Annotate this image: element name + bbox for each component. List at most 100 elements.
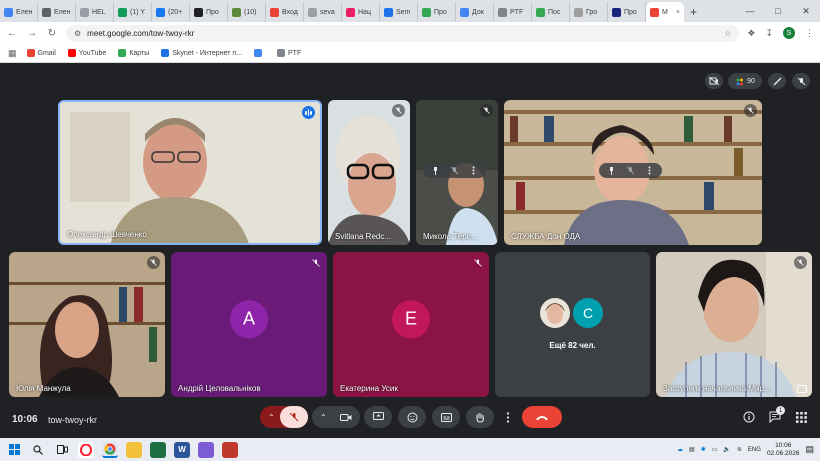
word-icon[interactable]: W	[174, 441, 190, 458]
browser-tab[interactable]: Док	[456, 2, 494, 22]
clock[interactable]: 10:06 02.06.2026	[767, 442, 800, 458]
new-tab-button[interactable]: +	[684, 2, 703, 22]
browser-tab[interactable]: Елен	[0, 2, 38, 22]
browser-tab[interactable]: (1) Y	[114, 2, 152, 22]
viber-icon[interactable]	[198, 441, 214, 458]
downloads-icon[interactable]: ↧	[765, 28, 773, 39]
browser-tab[interactable]: Вход	[266, 2, 304, 22]
volume-icon[interactable]: 🔈	[723, 446, 730, 453]
captions-button[interactable]	[432, 406, 460, 428]
menu-icon[interactable]: ⋮	[805, 28, 814, 39]
tab-label: Елен	[16, 8, 33, 16]
extensions-icon[interactable]: ❖	[747, 28, 755, 39]
picture-in-picture-icon[interactable]	[797, 385, 807, 393]
activities-button[interactable]	[793, 409, 809, 425]
raise-hand-button[interactable]	[466, 406, 494, 428]
search-icon[interactable]	[30, 442, 46, 458]
profile-avatar[interactable]: S	[783, 27, 795, 39]
browser-tab[interactable]: Sem	[380, 2, 418, 22]
notifications-icon[interactable]: ▤	[805, 444, 814, 455]
mute-participant-icon[interactable]	[626, 166, 635, 175]
participant-tile[interactable]: Микола Тере...	[416, 100, 498, 245]
participant-tile[interactable]: А Андрій Целовальніков	[171, 252, 327, 397]
present-button[interactable]	[364, 406, 392, 428]
bookmark-star-icon[interactable]: ☆	[724, 29, 731, 38]
chat-button[interactable]: 1	[767, 406, 785, 425]
network-icon[interactable]: ▤	[689, 446, 695, 453]
task-view-icon[interactable]	[54, 442, 70, 458]
participant-tile[interactable]: Заступник начальника Мир...	[656, 252, 812, 397]
more-options-icon[interactable]	[645, 166, 654, 175]
browser-tab[interactable]: seva	[304, 2, 342, 22]
bookmark-item[interactable]: Skynet - Интернет п...	[161, 49, 242, 57]
maximize-icon[interactable]: □	[764, 6, 792, 16]
battery-icon[interactable]: ▭	[712, 446, 718, 453]
meeting-details-button[interactable]	[741, 409, 757, 425]
camera-toggle-button[interactable]	[332, 406, 360, 428]
apps-grid-icon[interactable]: ▦	[8, 48, 17, 59]
excel-icon[interactable]	[150, 441, 166, 458]
pin-icon[interactable]	[431, 166, 440, 175]
participants-count-pill[interactable]: 90	[728, 73, 762, 89]
reactions-button[interactable]	[398, 406, 426, 428]
tab-favicon-icon	[194, 7, 203, 17]
others-tile[interactable]: C Ещё 82 чел.	[495, 252, 650, 397]
forward-icon[interactable]: →	[26, 28, 38, 39]
close-window-icon[interactable]: ✕	[792, 6, 820, 17]
bookmark-item[interactable]: Карты	[118, 49, 149, 57]
leave-call-button[interactable]	[522, 406, 562, 428]
browser-tab[interactable]: M ×	[646, 2, 684, 22]
browser-tab[interactable]: Про	[418, 2, 456, 22]
hand-icon	[476, 412, 485, 423]
browser-tab[interactable]: (20+	[152, 2, 190, 22]
browser-tab[interactable]: Про	[190, 2, 228, 22]
browser-tab[interactable]: HEL	[76, 2, 114, 22]
camera-options-chevron-icon[interactable]: ⌃	[320, 413, 327, 422]
site-info-icon[interactable]: ⚙	[74, 29, 81, 38]
participant-tile[interactable]: СЛУЖБА Дон ОДА	[504, 100, 762, 245]
pin-icon[interactable]	[607, 166, 616, 175]
back-icon[interactable]: ←	[6, 28, 18, 39]
bookmarks-bar: ▦ Gmail YouTube Карты Skynet - Интернет п..…	[0, 44, 820, 63]
windows-start-icon[interactable]	[6, 442, 22, 458]
browser-tab[interactable]: Про	[608, 2, 646, 22]
bookmark-item[interactable]: PTF	[277, 49, 301, 57]
pen-button[interactable]	[768, 73, 786, 89]
language-indicator[interactable]: ENG	[748, 447, 761, 453]
bookmark-label: Skynet - Интернет п...	[172, 49, 242, 57]
browser-tab[interactable]: Гро	[570, 2, 608, 22]
address-bar[interactable]: ⚙ meet.google.com/tow-twoy-rkr ☆	[66, 24, 740, 42]
participant-tile[interactable]: Е Екатерина Усик	[333, 252, 489, 397]
opera-icon[interactable]	[78, 441, 94, 458]
hide-tiles-button[interactable]	[705, 73, 723, 89]
app-icon[interactable]	[222, 441, 238, 458]
mute-all-button[interactable]	[792, 73, 810, 89]
file-explorer-icon[interactable]	[126, 441, 142, 458]
mute-participant-icon[interactable]	[450, 166, 459, 175]
participant-name: Заступник начальника Мир...	[663, 384, 771, 393]
more-options-button[interactable]	[500, 406, 516, 428]
mic-options-chevron-icon[interactable]: ⌃	[268, 413, 275, 422]
browser-tab[interactable]: (10)	[228, 2, 266, 22]
participant-tile[interactable]: Svitlana Redc...	[328, 100, 410, 245]
wifi-icon[interactable]: ≋	[737, 446, 742, 453]
bookmark-item[interactable]: YouTube	[67, 49, 106, 57]
clock-time: 10:06	[775, 441, 792, 449]
participant-name: Олександр Шевченко	[67, 230, 147, 239]
chrome-icon[interactable]	[102, 441, 118, 458]
onedrive-icon[interactable]: ☁	[677, 446, 683, 453]
minimize-icon[interactable]: —	[736, 6, 764, 16]
reload-icon[interactable]: ↻	[46, 28, 58, 39]
participant-tile[interactable]: Юлія Манжула	[9, 252, 165, 397]
browser-tab[interactable]: Пос	[532, 2, 570, 22]
mic-toggle-button[interactable]	[280, 406, 308, 428]
bookmark-item[interactable]: Gmail	[26, 49, 56, 57]
more-options-icon[interactable]	[469, 166, 478, 175]
close-tab-icon[interactable]: ×	[676, 9, 680, 16]
bluetooth-icon[interactable]: ✱	[701, 446, 706, 453]
participant-tile[interactable]: Олександр Шевченко	[58, 100, 322, 245]
browser-tab[interactable]: Елен	[38, 2, 76, 22]
browser-tab[interactable]: PTF	[494, 2, 532, 22]
bookmark-item[interactable]	[254, 49, 265, 57]
browser-tab[interactable]: Нац	[342, 2, 380, 22]
